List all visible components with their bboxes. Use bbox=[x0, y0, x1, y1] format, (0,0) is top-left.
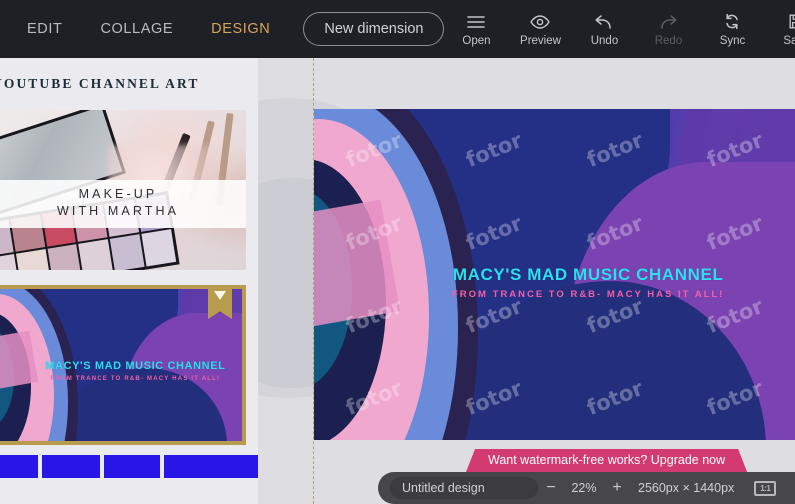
canvas-design-title[interactable]: MACY'S MAD MUSIC CHANNEL bbox=[381, 265, 795, 285]
tab-collage[interactable]: COLLAGE bbox=[81, 21, 192, 37]
open-button[interactable]: Open bbox=[444, 12, 508, 47]
canvas-text-block[interactable]: MACY'S MAD MUSIC CHANNEL FROM TRANCE TO … bbox=[314, 265, 795, 300]
highlight-block bbox=[42, 455, 100, 478]
undo-arrow-icon bbox=[594, 12, 614, 32]
top-action-tools: Open Preview Undo Redo Sync Sa bbox=[444, 12, 795, 47]
thumbnail-text-block: MACY'S MAD MUSIC CHANNEL FROM TRANCE TO … bbox=[0, 360, 242, 382]
highlight-block bbox=[104, 455, 160, 478]
redo-arrow-icon bbox=[658, 12, 678, 32]
diamond-icon bbox=[214, 291, 226, 300]
template-card-make-up-with-martha[interactable]: MAKE-UP WITH MARTHA bbox=[0, 110, 246, 270]
upgrade-banner[interactable]: Want watermark-free works? Upgrade now bbox=[466, 449, 747, 472]
canvas-design-subtitle[interactable]: FROM TRANCE TO R&B- MACY HAS IT ALL! bbox=[381, 289, 795, 300]
template-sidebar: YOUTUBE CHANNEL ART MAKE-UP WITH MARTHA bbox=[0, 58, 258, 504]
artboard[interactable]: MACY'S MAD MUSIC CHANNEL FROM TRANCE TO … bbox=[314, 109, 795, 440]
sidebar-section-title: YOUTUBE CHANNEL ART bbox=[0, 76, 200, 91]
save-label: Save bbox=[783, 34, 795, 47]
bottom-status-bar: − 22% + 2560px × 1440px 1:1 bbox=[378, 472, 795, 504]
vertical-guide-line[interactable] bbox=[313, 58, 314, 504]
fotor-design-editor: EDIT COLLAGE DESIGN New dimension Open P… bbox=[0, 0, 795, 504]
thumbnail-design-subtitle: FROM TRANCE TO R&B- MACY HAS IT ALL! bbox=[50, 376, 221, 383]
open-label: Open bbox=[462, 34, 491, 47]
make-up-title-line2: WITH MARTHA bbox=[56, 204, 180, 219]
redo-label: Redo bbox=[654, 34, 683, 47]
canvas-workspace[interactable]: MACY'S MAD MUSIC CHANNEL FROM TRANCE TO … bbox=[258, 58, 795, 504]
template-card-macys-mad-music-channel[interactable]: MACY'S MAD MUSIC CHANNEL FROM TRANCE TO … bbox=[0, 285, 246, 445]
new-dimension-button[interactable]: New dimension bbox=[303, 12, 445, 46]
tab-design[interactable]: DESIGN bbox=[192, 21, 289, 37]
zoom-out-button[interactable]: − bbox=[538, 479, 564, 497]
top-toolbar: EDIT COLLAGE DESIGN New dimension Open P… bbox=[0, 0, 795, 58]
document-name-input[interactable] bbox=[390, 477, 538, 499]
tab-edit[interactable]: EDIT bbox=[8, 21, 81, 37]
eye-icon bbox=[530, 12, 551, 32]
highlight-block bbox=[0, 455, 38, 478]
preview-label: Preview bbox=[520, 34, 561, 47]
make-up-text-block: MAKE-UP WITH MARTHA bbox=[0, 180, 246, 229]
sync-button[interactable]: Sync bbox=[700, 12, 764, 47]
zoom-in-button[interactable]: + bbox=[604, 479, 630, 497]
undo-label: Undo bbox=[590, 34, 619, 47]
redo-button: Redo bbox=[636, 12, 700, 47]
make-up-title-line1: MAKE-UP bbox=[78, 187, 158, 202]
fit-to-screen-icon[interactable]: 1:1 bbox=[754, 480, 777, 496]
hamburger-icon bbox=[467, 12, 486, 32]
floppy-disk-icon bbox=[789, 12, 795, 32]
highlight-block bbox=[164, 455, 258, 478]
selected-text-highlight-blocks bbox=[0, 455, 258, 478]
sync-label: Sync bbox=[719, 34, 746, 47]
music-artwork-thumbnail: MACY'S MAD MUSIC CHANNEL FROM TRANCE TO … bbox=[0, 289, 242, 441]
mode-tabs: EDIT COLLAGE DESIGN New dimension bbox=[0, 12, 445, 46]
canvas-dimensions-label: 2560px × 1440px bbox=[638, 481, 735, 495]
sync-refresh-icon bbox=[724, 12, 740, 32]
preview-button[interactable]: Preview bbox=[508, 12, 572, 47]
music-artwork-canvas: MACY'S MAD MUSIC CHANNEL FROM TRANCE TO … bbox=[314, 109, 795, 440]
undo-button[interactable]: Undo bbox=[572, 12, 636, 47]
zoom-level-value: 22% bbox=[571, 481, 597, 495]
save-button[interactable]: Save bbox=[764, 12, 795, 47]
make-up-artwork: MAKE-UP WITH MARTHA bbox=[0, 110, 246, 270]
thumbnail-design-title: MACY'S MAD MUSIC CHANNEL bbox=[45, 360, 226, 373]
